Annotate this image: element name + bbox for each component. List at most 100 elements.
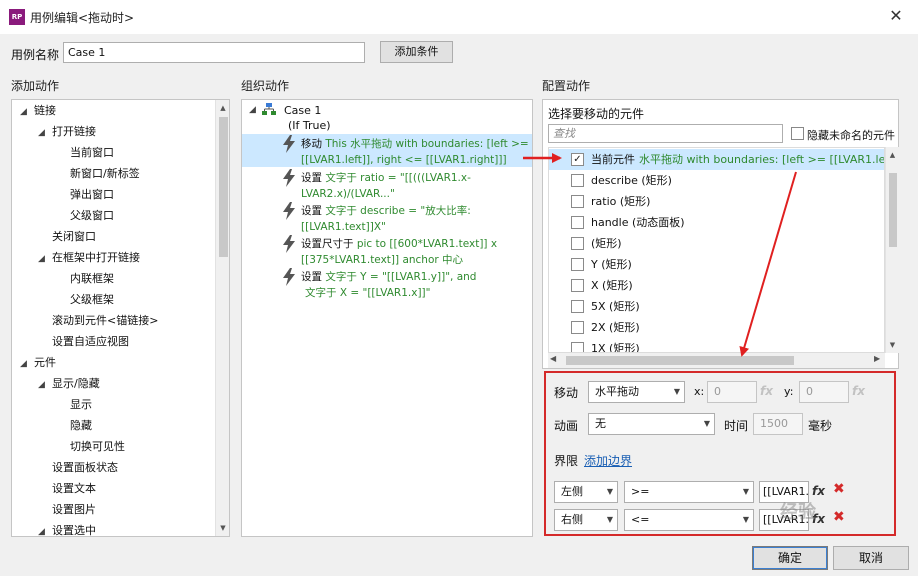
expand-triangle-icon[interactable]: ◢ [38, 123, 52, 144]
tree-item[interactable]: 内联框架 [56, 268, 114, 289]
action-verb: 设置 [301, 205, 322, 217]
tree-item[interactable]: 隐藏 [56, 415, 92, 436]
widget-list-item[interactable]: handle (动态面板) [549, 212, 884, 233]
tree-item[interactable]: 切换可见性 [56, 436, 125, 457]
widget-checkbox[interactable] [571, 258, 584, 271]
widget-search-input[interactable]: 查找 [548, 124, 783, 143]
widget-checkbox[interactable] [571, 300, 584, 313]
y-fx-button[interactable]: fx [852, 384, 865, 398]
tree-item-label: 设置文本 [52, 482, 96, 495]
tree-item[interactable]: 设置文本 [38, 478, 96, 499]
widget-list-item[interactable]: ✓ 当前元件 水平拖动 with boundaries: [left >= [[LV… [549, 149, 884, 170]
tree-item[interactable]: 显示 [56, 394, 92, 415]
action-row-move[interactable]: 移动 This 水平拖动 with boundaries: [left >= [… [242, 134, 532, 167]
delete-bound-icon[interactable]: ✖ [833, 509, 845, 525]
tree-item[interactable]: ◢ 显示/隐藏 [38, 373, 100, 394]
close-icon[interactable]: ✕ [884, 6, 908, 26]
action-row-set-xy[interactable]: 设置 文字于 Y = "[[LVAR1.y]]", and 文字于 X = "[[… [242, 267, 532, 300]
expand-triangle-icon[interactable]: ◢ [20, 354, 34, 375]
widget-list-item[interactable]: ratio (矩形) [549, 191, 884, 212]
scroll-down-icon[interactable]: ▼ [216, 520, 229, 536]
widget-list-hscrollbar[interactable]: ◀ ▶ [548, 353, 885, 368]
x-fx-button[interactable]: fx [760, 384, 773, 398]
case-name-input[interactable]: Case 1 [63, 42, 365, 63]
tree-item[interactable]: 父级框架 [56, 289, 114, 310]
tree-item[interactable]: ◢ 元件 [20, 352, 56, 373]
tree-item[interactable]: ◢ 链接 [20, 100, 56, 121]
left-bound-fx-button[interactable]: fx [812, 484, 825, 498]
expand-triangle-icon[interactable]: ◢ [38, 249, 52, 270]
case-expand-icon[interactable]: ◢ [249, 105, 256, 115]
chevron-down-icon: ▼ [606, 515, 613, 524]
widget-item-text: ratio (矩形) [591, 191, 650, 212]
action-detail: 文字于 describe = "放大比率:[[LVAR1.text]]X" [301, 205, 471, 233]
scroll-up-icon[interactable]: ▲ [216, 100, 229, 116]
hide-unnamed-checkbox[interactable] [791, 127, 804, 140]
widget-checkbox[interactable]: ✓ [571, 153, 584, 166]
widget-checkbox[interactable] [571, 195, 584, 208]
widget-list-item[interactable]: 1X (矩形) [549, 338, 884, 352]
tree-scrollbar[interactable]: ▲ ▼ [215, 100, 229, 536]
scroll-right-icon[interactable]: ▶ [874, 354, 880, 363]
action-row-set-ratio[interactable]: 设置 文字于 ratio = "[[(((LVAR1.x-LVAR2.x)/(L… [242, 168, 532, 201]
tree-item[interactable]: 弹出窗口 [56, 184, 114, 205]
move-type-select[interactable]: 水平拖动 ▼ [588, 381, 685, 403]
widget-checkbox[interactable] [571, 342, 584, 352]
widget-list-item[interactable]: 5X (矩形) [549, 296, 884, 317]
widget-list-item[interactable]: X (矩形) [549, 275, 884, 296]
y-input[interactable]: 0 [799, 381, 849, 403]
chevron-down-icon: ▼ [673, 387, 680, 396]
expand-triangle-icon[interactable]: ◢ [38, 375, 52, 396]
scroll-down-icon[interactable]: ▼ [886, 337, 899, 353]
delete-bound-icon[interactable]: ✖ [833, 481, 845, 497]
tree-item[interactable]: 关闭窗口 [38, 226, 96, 247]
widget-list-item[interactable]: 2X (矩形) [549, 317, 884, 338]
add-action-heading: 添加动作 [11, 79, 60, 93]
widget-list-item[interactable]: (矩形) [549, 233, 884, 254]
action-row-set-size[interactable]: 设置尺寸于 pic to [[600*LVAR1.text]] x [[375*… [242, 234, 532, 267]
add-condition-button[interactable]: 添加条件 [380, 41, 453, 63]
tree-item[interactable]: 滚动到元件<锚链接> [38, 310, 158, 331]
animation-select[interactable]: 无 ▼ [588, 413, 715, 435]
right-bound-op-select[interactable]: <= ▼ [624, 509, 754, 531]
widget-checkbox[interactable] [571, 321, 584, 334]
tree-item[interactable]: 设置图片 [38, 499, 96, 520]
add-boundary-link[interactable]: 添加边界 [584, 452, 632, 469]
expand-triangle-icon[interactable]: ◢ [20, 102, 34, 123]
time-input[interactable]: 1500 [753, 413, 803, 435]
widget-checkbox[interactable] [571, 174, 584, 187]
left-bound-side-select[interactable]: 左侧 ▼ [554, 481, 618, 503]
lightning-bolt-icon [282, 202, 296, 220]
scroll-thumb[interactable] [889, 173, 897, 247]
cancel-button[interactable]: 取消 [833, 546, 909, 570]
add-boundary-text[interactable]: 添加边界 [584, 454, 632, 468]
expand-triangle-icon[interactable]: ◢ [38, 522, 52, 536]
tree-item-label: 显示/隐藏 [52, 377, 100, 390]
left-bound-op-select[interactable]: >= ▼ [624, 481, 754, 503]
x-label: x: [694, 385, 705, 398]
tree-item[interactable]: ◢ 打开链接 [38, 121, 96, 142]
tree-item[interactable]: 设置面板状态 [38, 457, 118, 478]
tree-item[interactable]: 当前窗口 [56, 142, 114, 163]
right-bound-side-select[interactable]: 右侧 ▼ [554, 509, 618, 531]
scroll-left-icon[interactable]: ◀ [550, 354, 556, 363]
scroll-up-icon[interactable]: ▲ [886, 147, 899, 163]
widget-checkbox[interactable] [571, 216, 584, 229]
x-input[interactable]: 0 [707, 381, 757, 403]
scroll-thumb[interactable] [566, 356, 794, 365]
widget-list-item[interactable]: Y (矩形) [549, 254, 884, 275]
tree-item[interactable]: ◢ 在框架中打开链接 [38, 247, 140, 268]
widget-list-item[interactable]: describe (矩形) [549, 170, 884, 191]
tree-item[interactable]: 父级窗口 [56, 205, 114, 226]
scroll-thumb[interactable] [219, 117, 228, 257]
tree-item[interactable]: 设置自适应视图 [38, 331, 129, 352]
widget-list: ✓ 当前元件 水平拖动 with boundaries: [left >= [[LV… [548, 147, 885, 353]
tree-item[interactable]: 新窗口/新标签 [56, 163, 140, 184]
widget-checkbox[interactable] [571, 279, 584, 292]
action-row-set-describe[interactable]: 设置 文字于 describe = "放大比率:[[LVAR1.text]]X" [242, 201, 532, 234]
ok-button[interactable]: 确定 [752, 546, 828, 570]
widget-checkbox[interactable] [571, 237, 584, 250]
case-node-label[interactable]: Case 1 [284, 104, 321, 117]
tree-item[interactable]: ◢ 设置选中 [38, 520, 96, 536]
widget-list-vscrollbar[interactable]: ▲ ▼ [885, 147, 899, 353]
